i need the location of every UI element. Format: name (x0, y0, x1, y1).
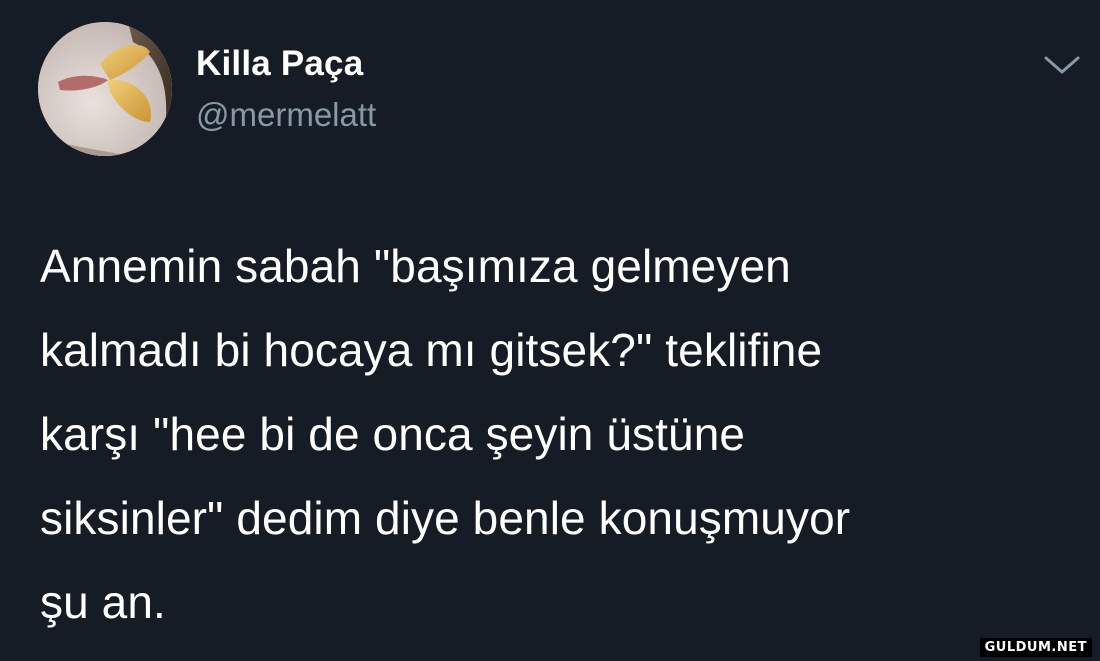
chevron-down-icon[interactable] (1040, 50, 1084, 80)
watermark: GULDUM.NET (979, 638, 1092, 657)
avatar[interactable] (38, 22, 172, 156)
author-display-name[interactable]: Killa Paça (196, 44, 363, 84)
tweet-card: Killa Paça @mermelatt Annemin sabah "baş… (0, 0, 1100, 661)
avatar-image (38, 22, 172, 156)
tweet-text: Annemin sabah "başımıza gelmeyen kalmadı… (40, 240, 851, 628)
author-handle[interactable]: @mermelatt (196, 96, 376, 134)
